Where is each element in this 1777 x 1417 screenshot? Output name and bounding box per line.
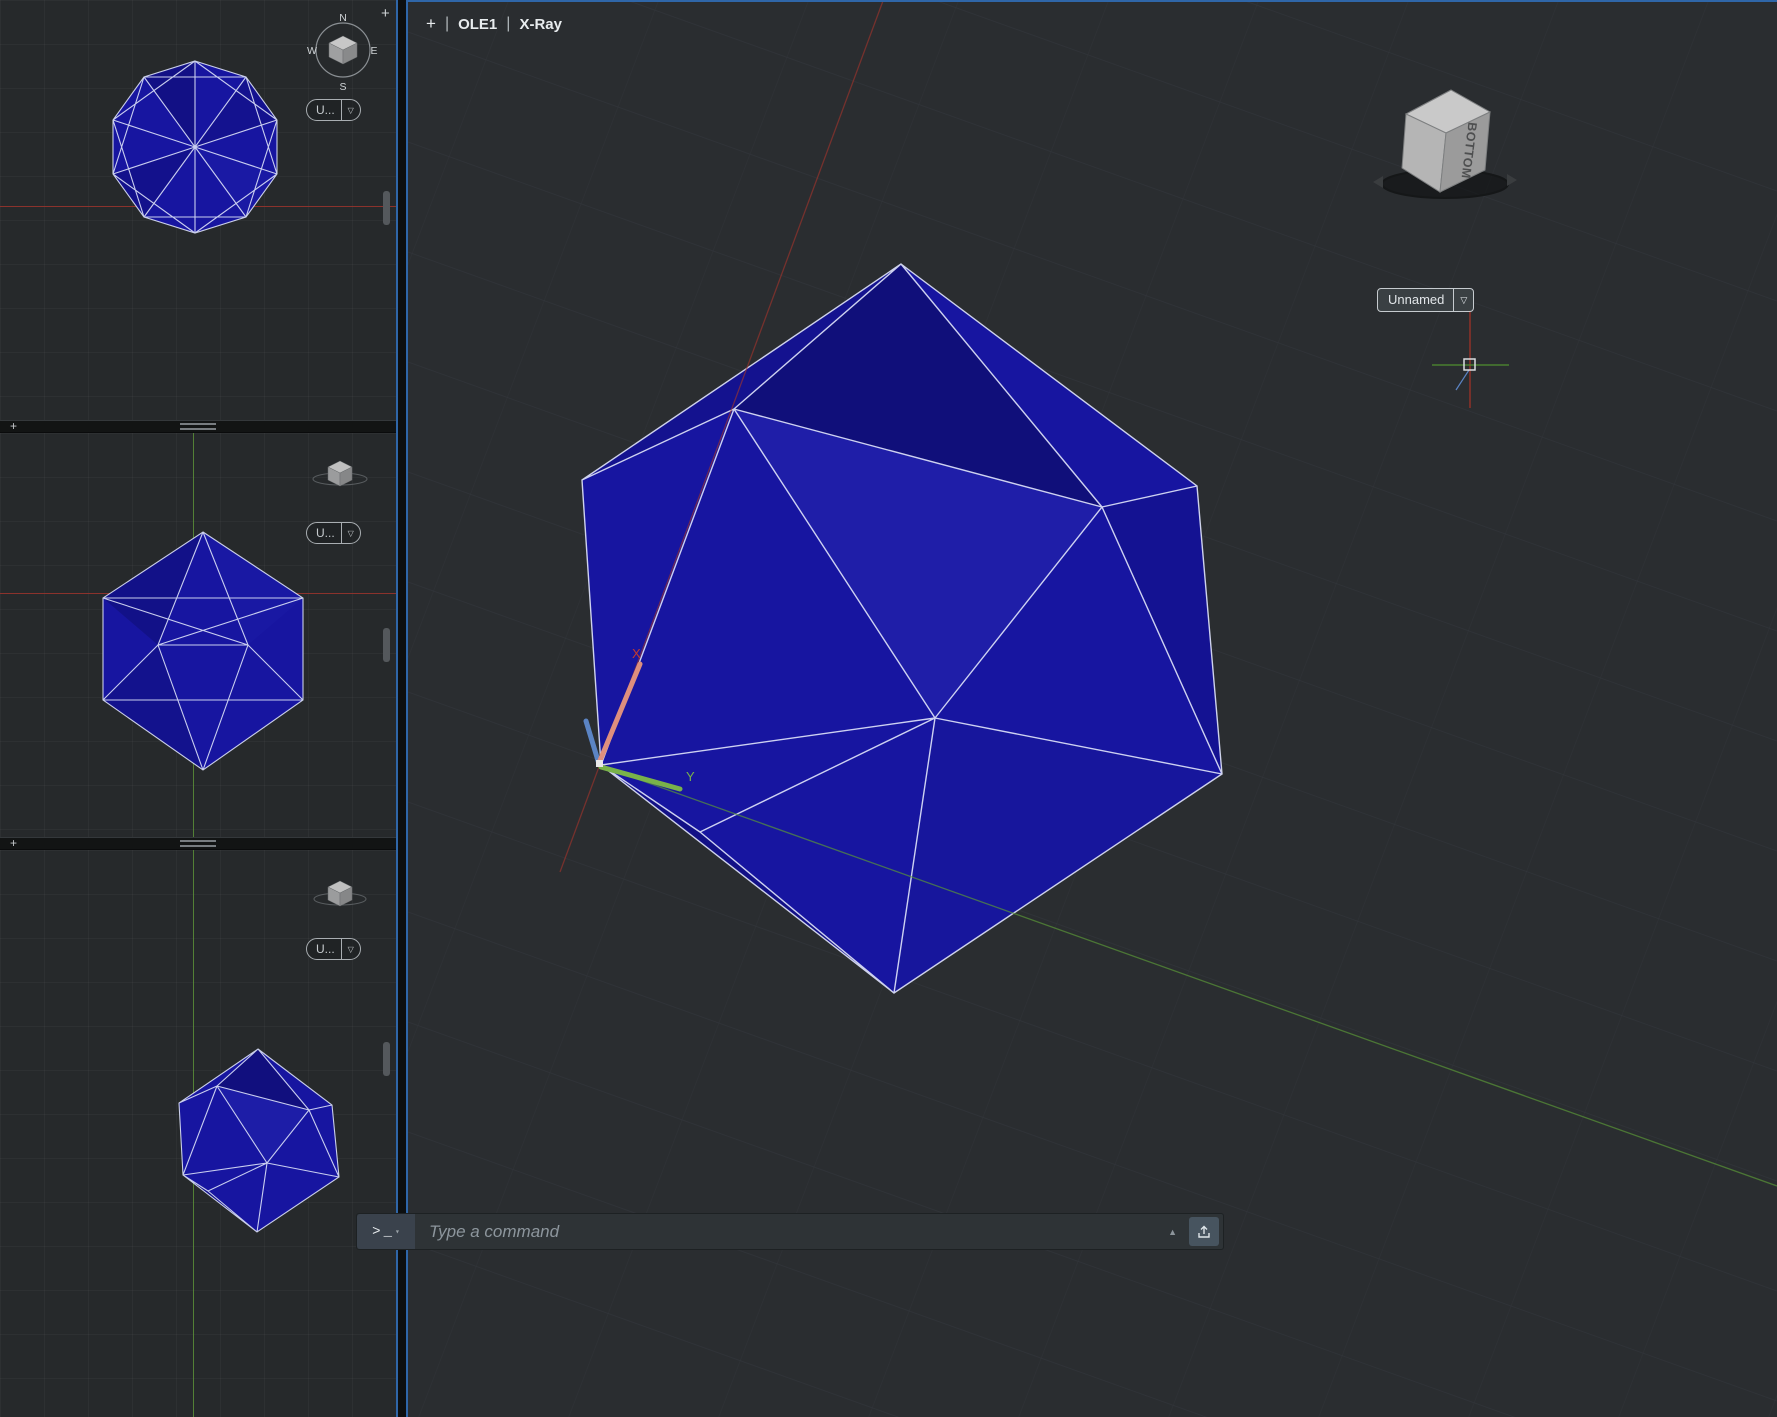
gizmo-y-label: Y bbox=[686, 769, 695, 784]
prompt-gt: > bbox=[372, 1223, 381, 1240]
viewport-plus-control[interactable]: + bbox=[381, 5, 390, 22]
divider-plus-control[interactable]: + bbox=[10, 420, 17, 432]
compass-south-label[interactable]: S bbox=[339, 81, 346, 93]
chevron-down-icon[interactable]: ▽ bbox=[1453, 289, 1473, 311]
ring-arrow-left[interactable] bbox=[1373, 176, 1383, 188]
viewport-iso-view[interactable]: U... ▽ bbox=[0, 850, 396, 1417]
scrollbar-handle[interactable] bbox=[383, 1042, 390, 1076]
share-button[interactable] bbox=[1189, 1217, 1219, 1246]
icosahedron-solid[interactable] bbox=[581, 263, 1223, 994]
y-axis-line bbox=[600, 765, 1777, 1187]
visual-style-menu[interactable]: X-Ray bbox=[519, 16, 562, 33]
prompt-cursor: _ bbox=[383, 1223, 392, 1240]
collapse-caret-icon[interactable]: ▲ bbox=[1168, 1227, 1177, 1237]
divider-plus-control[interactable]: + bbox=[10, 837, 17, 849]
chevron-down-icon[interactable]: ▽ bbox=[340, 939, 360, 959]
share-icon bbox=[1198, 1225, 1210, 1238]
view-controls-dropdown[interactable]: U... ▽ bbox=[306, 99, 361, 121]
view-controls-label: U... bbox=[316, 526, 335, 540]
compass-north-label[interactable]: N bbox=[339, 12, 347, 24]
divider-drag-handle[interactable] bbox=[180, 840, 216, 847]
scrollbar-handle[interactable] bbox=[383, 191, 390, 225]
cad-workspace: N W E S U... ▽ + + U... ▽ + U... ▽ X Y B… bbox=[0, 0, 1777, 1417]
gizmo-x-label: X bbox=[632, 646, 641, 661]
main-3d-scene[interactable]: X Y BOTTOM bbox=[408, 2, 1777, 1417]
command-prompt[interactable]: > _ ▾ bbox=[357, 1214, 415, 1249]
solid-fill bbox=[103, 532, 303, 770]
view-controls-dropdown[interactable]: U... ▽ bbox=[306, 938, 361, 960]
divider-drag-handle[interactable] bbox=[180, 423, 216, 430]
viewport-divider[interactable]: + bbox=[0, 837, 396, 850]
chevron-down-icon[interactable]: ▽ bbox=[340, 100, 360, 120]
prompt-dropdown-icon[interactable]: ▾ bbox=[395, 1227, 400, 1237]
crosshair-cursor bbox=[1432, 304, 1509, 408]
viewport-controls-menu[interactable]: + bbox=[426, 14, 436, 34]
gizmo-origin bbox=[596, 760, 603, 767]
viewcube[interactable]: BOTTOM bbox=[1373, 89, 1517, 199]
viewport-name-menu[interactable]: OLE1 bbox=[458, 16, 497, 33]
label-separator: | bbox=[444, 15, 450, 32]
scrollbar-handle[interactable] bbox=[383, 628, 390, 662]
viewcube-mini[interactable] bbox=[304, 451, 380, 499]
main-viewport[interactable]: X Y BOTTOM + | OLE1 | X-Ray Unnamed ▽ bbox=[408, 0, 1777, 1417]
compass-east-label[interactable]: E bbox=[370, 45, 377, 57]
command-bar[interactable]: > _ ▾ ▲ bbox=[356, 1213, 1224, 1250]
label-separator: | bbox=[506, 15, 511, 32]
viewcube-mini[interactable] bbox=[304, 872, 380, 920]
named-view-label: Unnamed bbox=[1388, 292, 1445, 307]
viewcube-compass[interactable]: N W E S bbox=[303, 4, 383, 96]
viewport-divider[interactable]: + bbox=[0, 420, 396, 433]
compass-west-label[interactable]: W bbox=[307, 45, 317, 57]
active-viewport-splitter[interactable] bbox=[396, 0, 408, 1417]
crosshair-blue-axis bbox=[1455, 369, 1470, 391]
viewport-top-view[interactable]: N W E S U... ▽ + bbox=[0, 0, 396, 420]
view-controls-label: U... bbox=[316, 942, 335, 956]
named-view-dropdown[interactable]: Unnamed ▽ bbox=[1377, 288, 1475, 312]
viewport-front-view[interactable]: U... ▽ bbox=[0, 433, 396, 837]
view-controls-dropdown[interactable]: U... ▽ bbox=[306, 522, 361, 544]
ring-arrow-right[interactable] bbox=[1507, 174, 1517, 186]
chevron-down-icon[interactable]: ▽ bbox=[340, 523, 360, 543]
icosahedron-iso-view[interactable] bbox=[0, 850, 396, 1417]
view-controls-label: U... bbox=[316, 103, 335, 117]
command-input[interactable] bbox=[415, 1220, 1169, 1243]
viewport-label-bar: + | OLE1 | X-Ray bbox=[426, 14, 562, 34]
